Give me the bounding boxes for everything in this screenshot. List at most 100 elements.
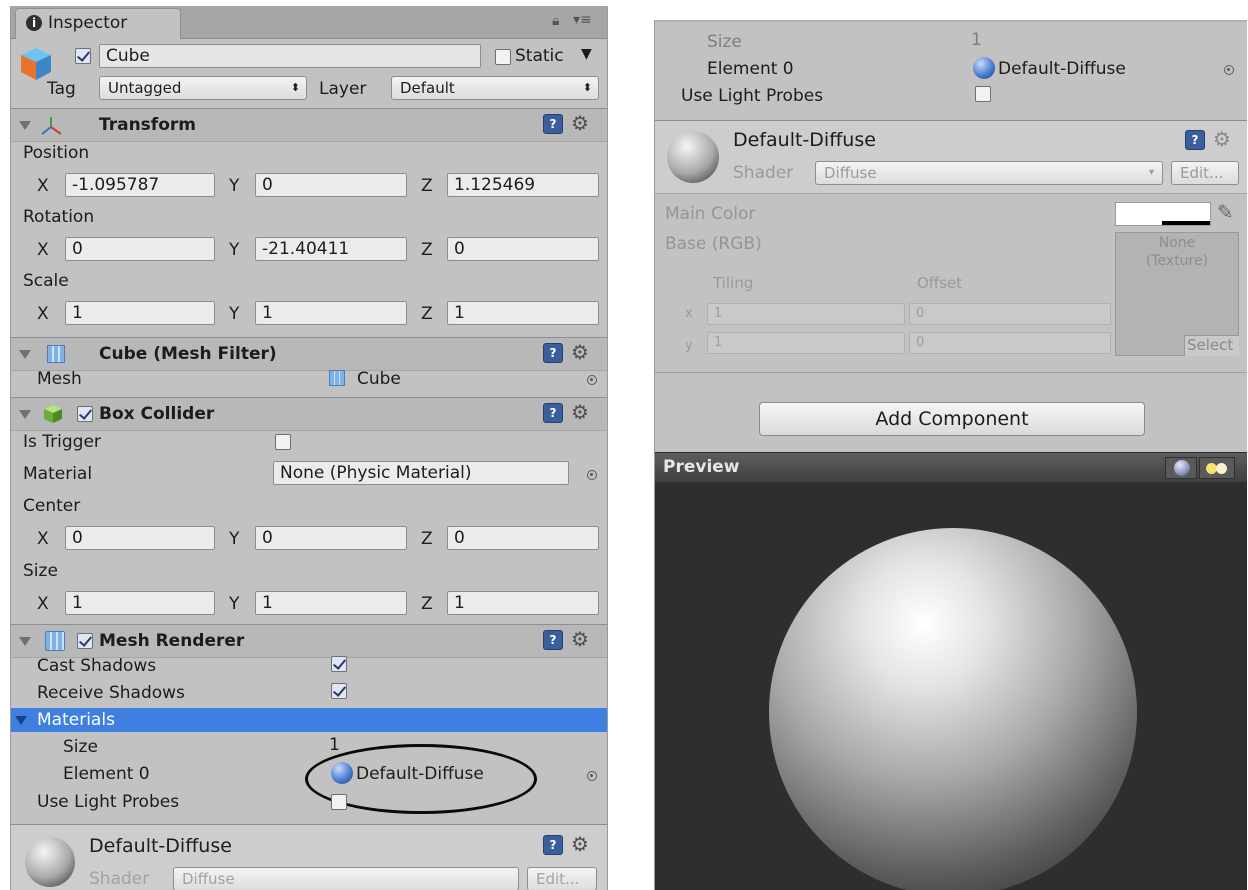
edit-shader-button[interactable]: Edit... [527,867,597,890]
tag-dropdown[interactable]: Untagged ⬍ [99,76,307,100]
element0-value[interactable]: Default-Diffuse [998,59,1126,79]
tiling-x-field[interactable]: 1 [707,303,905,325]
box-collider-header[interactable]: Box Collider ? ⚙ [11,397,607,431]
size-x-field[interactable]: 1 [65,591,215,615]
rotation-x-field[interactable]: 0 [65,237,215,261]
box-collider-enabled-checkbox[interactable] [77,406,93,422]
material-name: Default-Diffuse [733,129,876,151]
select-label: Select [1187,336,1234,354]
base-rgb-label: Base (RGB) [665,234,762,254]
preview-light-button[interactable] [1199,457,1235,479]
center-y-field[interactable]: 0 [255,526,407,550]
center-x-field[interactable]: 0 [65,526,215,550]
preview-area[interactable] [655,482,1247,890]
foldout-arrow-icon[interactable] [19,350,31,359]
lock-icon[interactable]: 🔒︎ [552,13,559,29]
menu-icon[interactable]: ▾≡ [573,12,592,28]
mesh-renderer-header[interactable]: Mesh Renderer ? ⚙ [11,624,607,658]
object-picker-icon[interactable] [587,771,597,781]
tab-inspector[interactable]: i Inspector [15,8,181,39]
foldout-arrow-icon[interactable] [15,716,27,725]
receive-shadows-checkbox[interactable] [331,683,347,699]
object-name-field[interactable]: Cube [99,44,481,68]
position-x-field[interactable]: -1.095787 [65,173,215,197]
top-strip [655,20,1247,22]
edit-shader-button[interactable]: Edit... [1171,161,1239,185]
materials-size-value[interactable]: 1 [971,30,982,50]
materials-row-selected[interactable]: Materials [11,708,607,732]
physic-material-field[interactable]: None (Physic Material) [273,461,569,485]
gear-icon[interactable]: ⚙ [571,629,589,649]
cast-shadows-checkbox[interactable] [331,656,347,672]
gear-icon[interactable]: ⚙ [571,113,589,133]
scale-y-field[interactable]: 1 [255,301,407,325]
gear-icon[interactable]: ⚙ [1213,129,1231,149]
light-probes-checkbox[interactable] [331,794,347,810]
scale-x-field[interactable]: 1 [65,301,215,325]
preview-mesh-button[interactable] [1165,457,1197,479]
preview-header[interactable]: Preview [655,452,1247,483]
object-picker-icon[interactable] [587,470,597,480]
help-icon[interactable]: ? [1185,130,1205,150]
tab-label: Inspector [48,13,128,33]
shader-dropdown[interactable]: Diffuse [173,867,519,890]
help-icon[interactable]: ? [543,835,563,855]
texture-select-button[interactable]: Select [1184,335,1239,356]
gear-icon[interactable]: ⚙ [571,834,589,854]
mesh-renderer-icon [45,631,65,651]
mesh-filter-header[interactable]: Cube (Mesh Filter) ? ⚙ [11,337,607,371]
shader-label: Shader [733,163,794,183]
offset-x-field[interactable]: 0 [909,303,1111,325]
updown-icon: ⬍ [582,81,592,94]
foldout-arrow-icon[interactable] [19,121,31,130]
position-z-field[interactable]: 1.125469 [447,173,599,197]
object-picker-icon[interactable] [1224,65,1234,75]
rotation-z-field[interactable]: 0 [447,237,599,261]
info-icon: i [26,15,42,31]
layer-dropdown[interactable]: Default ⬍ [391,76,599,100]
shader-value: Diffuse [182,870,235,888]
cast-shadows-label: Cast Shadows [37,656,157,676]
size-y-field[interactable]: 1 [255,591,407,615]
active-checkbox[interactable] [75,48,91,64]
size-z-field[interactable]: 1 [447,591,599,615]
eyedropper-icon[interactable]: ✎ [1217,200,1234,224]
scale-z-field[interactable]: 1 [447,301,599,325]
is-trigger-checkbox[interactable] [275,434,291,450]
rotation-y-field[interactable]: -21.40411 [255,237,407,261]
mesh-renderer-title: Mesh Renderer [99,631,245,651]
position-y-field[interactable]: 0 [255,173,407,197]
shader-label: Shader [89,869,150,889]
help-icon[interactable]: ? [543,343,563,363]
static-dropdown-arrow-icon[interactable]: ▼ [581,46,592,62]
tiling-y-label: y [685,338,693,353]
light-probes-checkbox[interactable] [975,86,991,102]
main-color-swatch[interactable] [1115,202,1211,226]
mesh-renderer-enabled-checkbox[interactable] [77,633,93,649]
materials-size-label: Size [707,32,742,52]
mesh-value[interactable]: Cube [357,369,401,389]
materials-size-value[interactable]: 1 [329,735,340,755]
gear-icon[interactable]: ⚙ [571,342,589,362]
foldout-arrow-icon[interactable] [19,637,31,646]
transform-header[interactable]: Transform ? ⚙ [11,108,607,142]
add-component-button[interactable]: Add Component [759,402,1145,436]
axis-x-label: X [37,594,49,614]
help-icon[interactable]: ? [543,403,563,423]
shader-dropdown[interactable]: Diffuse ▾ [815,161,1163,185]
axis-y-label: Y [229,240,240,260]
scale-label: Scale [23,271,69,291]
tiling-y-field[interactable]: 1 [707,332,905,354]
center-z-field[interactable]: 0 [447,526,599,550]
static-checkbox[interactable] [495,49,511,65]
element0-label: Element 0 [63,764,150,784]
box-collider-icon [43,404,63,424]
foldout-arrow-icon[interactable] [19,410,31,419]
help-icon[interactable]: ? [543,114,563,134]
gear-icon[interactable]: ⚙ [571,402,589,422]
tiling-x-label: x [685,306,693,321]
texture-slot[interactable]: None (Texture) Select [1115,232,1239,356]
help-icon[interactable]: ? [543,630,563,650]
offset-y-field[interactable]: 0 [909,332,1111,354]
object-picker-icon[interactable] [587,375,597,385]
